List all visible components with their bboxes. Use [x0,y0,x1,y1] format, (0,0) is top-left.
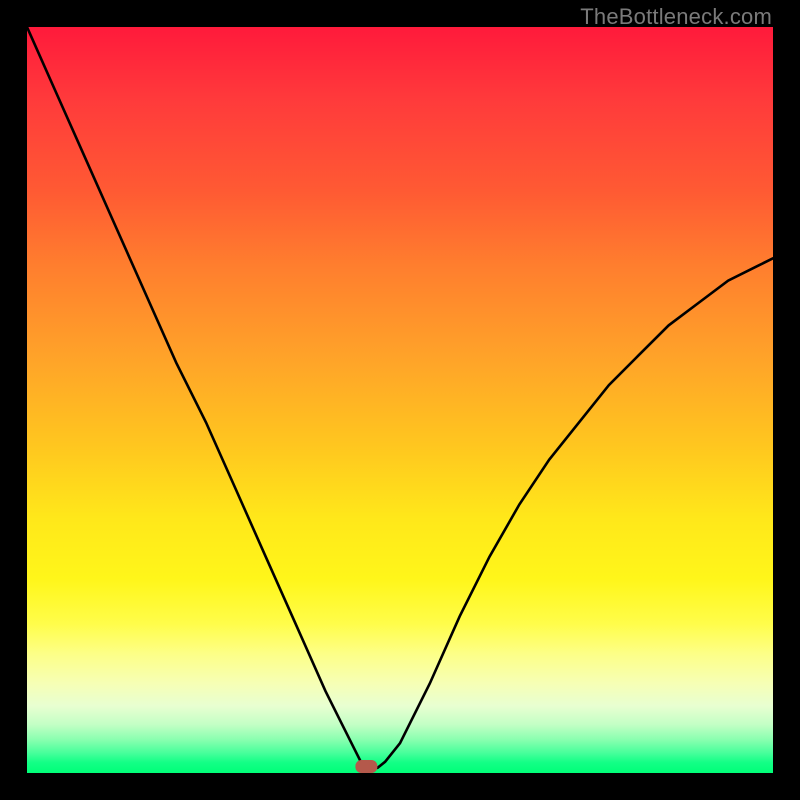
plot-area [27,27,773,773]
chart-frame: TheBottleneck.com [0,0,800,800]
bottleneck-curve-path [27,27,773,769]
minimum-marker [355,760,377,773]
bottleneck-curve-svg [27,27,773,773]
watermark-text: TheBottleneck.com [580,4,772,30]
